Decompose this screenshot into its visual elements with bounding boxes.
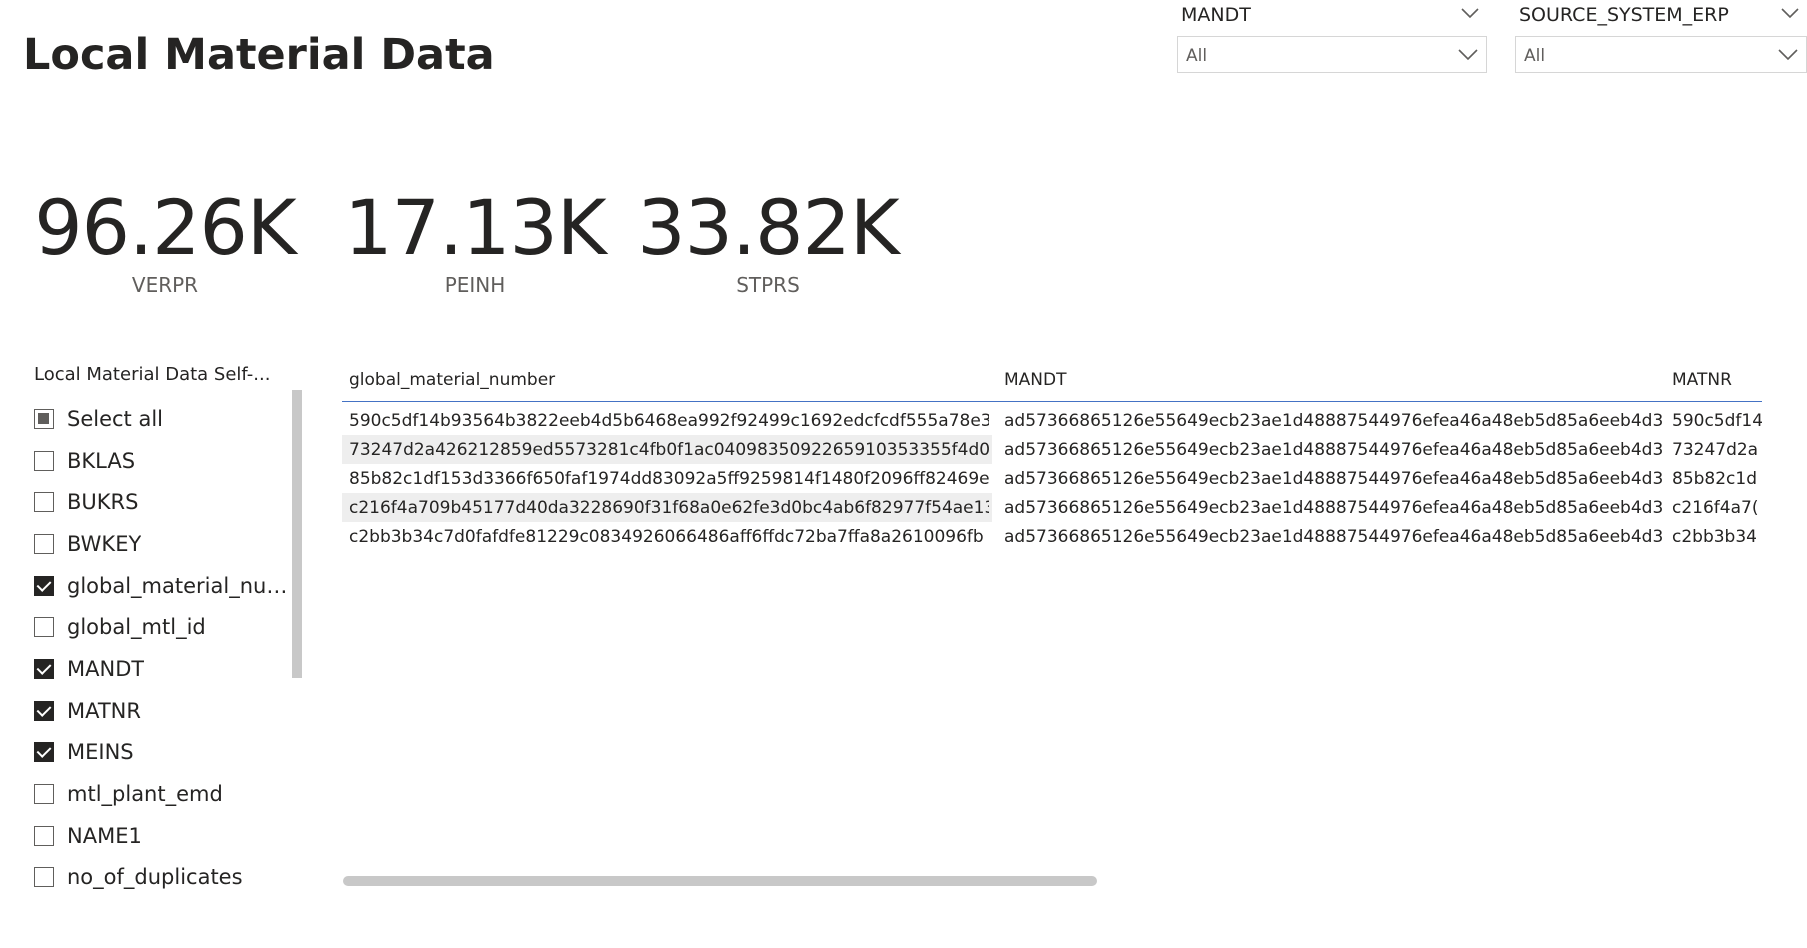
checkbox[interactable] bbox=[34, 742, 54, 763]
table-cell: ad57366865126e55649ecb23ae1d48887544976e… bbox=[1004, 411, 1664, 431]
field-item-label: mtl_plant_emd bbox=[67, 782, 223, 807]
field-item-global-material-number[interactable]: global_material_num... bbox=[30, 565, 300, 607]
field-selector-scrollbar[interactable] bbox=[292, 390, 302, 678]
field-item-label: BKLAS bbox=[67, 448, 136, 473]
table-body: 590c5df14b93564b3822eeb4d5b6468ea992f924… bbox=[342, 406, 1762, 551]
field-item-global-mtl-id[interactable]: global_mtl_id bbox=[30, 606, 300, 648]
slicer-dropdown[interactable]: All bbox=[1177, 36, 1487, 73]
table-row: c2bb3b34c7d0fafdfe81229c0834926066486aff… bbox=[342, 522, 1762, 551]
field-item-label: Select all bbox=[67, 406, 163, 431]
table-cell: 85b82c1df153d3366f650faf1974dd83092a5ff9… bbox=[349, 469, 989, 489]
checkbox[interactable] bbox=[34, 784, 54, 805]
checkbox[interactable] bbox=[34, 700, 54, 721]
table-cell: ad57366865126e55649ecb23ae1d48887544976e… bbox=[1004, 527, 1664, 547]
field-selector-items: Select all BKLAS BUKRS BWKEY global_mate… bbox=[30, 398, 300, 898]
field-item-label: BWKEY bbox=[67, 531, 142, 556]
data-table: global_material_number MANDT MATNR 590c5… bbox=[342, 360, 1762, 900]
column-header-global-material-number[interactable]: global_material_number bbox=[349, 370, 989, 390]
table-row: 73247d2a426212859ed5573281c4fb0f1ac04098… bbox=[342, 435, 1762, 464]
slicer-dropdown[interactable]: All bbox=[1515, 36, 1807, 73]
field-item-no-of-duplicates[interactable]: no_of_duplicates bbox=[30, 857, 300, 899]
table-cell: ad57366865126e55649ecb23ae1d48887544976e… bbox=[1004, 440, 1664, 460]
field-item-label: no_of_duplicates bbox=[67, 865, 243, 890]
chevron-down-icon[interactable] bbox=[1781, 6, 1799, 20]
slicer-value: All bbox=[1186, 46, 1208, 66]
table-cell: 85b82c1d bbox=[1672, 469, 1758, 489]
slicer-header[interactable]: SOURCE_SYSTEM_ERP bbox=[1519, 2, 1807, 30]
checkbox[interactable] bbox=[34, 575, 54, 596]
kpi-card-peinh: 17.13K PEINH bbox=[340, 183, 610, 298]
table-cell: 590c5df14 bbox=[1672, 411, 1762, 431]
field-selector: Local Material Data Self-... Select all … bbox=[30, 360, 305, 890]
kpi-label: PEINH bbox=[444, 273, 506, 297]
checkbox[interactable] bbox=[34, 825, 54, 846]
slicer-title: SOURCE_SYSTEM_ERP bbox=[1519, 4, 1729, 26]
field-item-label: MANDT bbox=[67, 656, 145, 681]
table-cell: c216f4a7( bbox=[1672, 498, 1759, 518]
field-item-bukrs[interactable]: BUKRS bbox=[30, 481, 300, 523]
field-selector-title: Local Material Data Self-... bbox=[34, 364, 271, 385]
field-item-label: NAME1 bbox=[67, 823, 142, 848]
checkbox[interactable] bbox=[34, 492, 54, 513]
table-row: 85b82c1df153d3366f650faf1974dd83092a5ff9… bbox=[342, 464, 1762, 493]
kpi-value: 33.82K bbox=[637, 183, 899, 272]
field-item-bklas[interactable]: BKLAS bbox=[30, 440, 300, 482]
slicer-header[interactable]: MANDT bbox=[1181, 2, 1487, 30]
table-horizontal-scrollbar[interactable] bbox=[343, 876, 1097, 886]
kpi-value: 96.26K bbox=[34, 183, 296, 272]
field-item-label: BUKRS bbox=[67, 490, 139, 515]
kpi-card-stprs: 33.82K STPRS bbox=[633, 183, 903, 298]
field-item-label: global_material_num... bbox=[67, 573, 295, 598]
table-row: 590c5df14b93564b3822eeb4d5b6468ea992f924… bbox=[342, 406, 1762, 435]
slicer-mandt: MANDT All bbox=[1177, 0, 1487, 76]
table-cell: 73247d2a426212859ed5573281c4fb0f1ac04098… bbox=[349, 440, 989, 460]
field-item-select-all[interactable]: Select all bbox=[30, 398, 300, 440]
field-item-label: MEINS bbox=[67, 740, 134, 765]
field-item-meins[interactable]: MEINS bbox=[30, 732, 300, 774]
checkbox[interactable] bbox=[34, 533, 54, 554]
table-cell: c216f4a709b45177d40da3228690f31f68a0e62f… bbox=[349, 498, 989, 518]
table-row: c216f4a709b45177d40da3228690f31f68a0e62f… bbox=[342, 493, 1762, 522]
column-header-matnr[interactable]: MATNR bbox=[1672, 370, 1762, 390]
chevron-down-icon bbox=[1458, 49, 1478, 61]
checkbox[interactable] bbox=[34, 408, 54, 429]
table-cell: 590c5df14b93564b3822eeb4d5b6468ea992f924… bbox=[349, 411, 989, 431]
chevron-down-icon[interactable] bbox=[1461, 6, 1479, 20]
kpi-label: STPRS bbox=[736, 273, 800, 297]
column-header-mandt[interactable]: MANDT bbox=[1004, 370, 1664, 390]
table-header: global_material_number MANDT MATNR bbox=[342, 360, 1762, 402]
kpi-value: 17.13K bbox=[344, 183, 606, 272]
slicer-value: All bbox=[1524, 46, 1546, 66]
field-item-mandt[interactable]: MANDT bbox=[30, 648, 300, 690]
checkbox[interactable] bbox=[34, 617, 54, 638]
kpi-label: VERPR bbox=[131, 273, 199, 297]
chevron-down-icon bbox=[1778, 49, 1798, 61]
field-item-bwkey[interactable]: BWKEY bbox=[30, 523, 300, 565]
field-item-mtl-plant-emd[interactable]: mtl_plant_emd bbox=[30, 773, 300, 815]
checkbox[interactable] bbox=[34, 450, 54, 471]
checkbox[interactable] bbox=[34, 658, 54, 679]
table-cell: 73247d2a bbox=[1672, 440, 1759, 460]
field-item-matnr[interactable]: MATNR bbox=[30, 690, 300, 732]
checkbox[interactable] bbox=[34, 867, 54, 888]
page-title: Local Material Data bbox=[23, 30, 495, 80]
slicer-title: MANDT bbox=[1181, 4, 1251, 26]
table-cell: c2bb3b34 bbox=[1672, 527, 1757, 547]
field-item-name1[interactable]: NAME1 bbox=[30, 815, 300, 857]
table-cell: ad57366865126e55649ecb23ae1d48887544976e… bbox=[1004, 469, 1664, 489]
table-cell: ad57366865126e55649ecb23ae1d48887544976e… bbox=[1004, 498, 1664, 518]
kpi-card-verpr: 96.26K VERPR bbox=[30, 183, 300, 298]
field-item-label: global_mtl_id bbox=[67, 615, 206, 640]
field-item-label: MATNR bbox=[67, 698, 141, 723]
table-cell: c2bb3b34c7d0fafdfe81229c0834926066486aff… bbox=[349, 527, 984, 547]
slicer-source-system-erp: SOURCE_SYSTEM_ERP All bbox=[1515, 0, 1807, 76]
